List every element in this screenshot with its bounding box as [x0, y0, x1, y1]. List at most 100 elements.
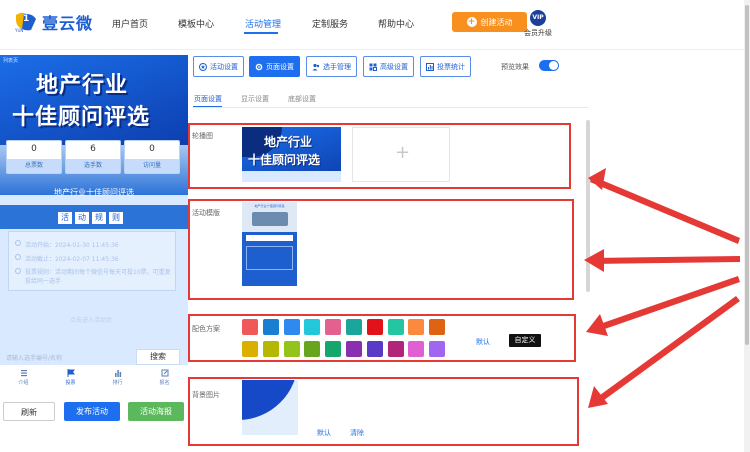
- preview-banner: 列表页 地产行业 十佳顾问评选: [0, 55, 188, 145]
- info-start-row: 活动开始：2024-01-30 11:45:36: [15, 240, 119, 249]
- activity-poster-button[interactable]: 活动海报: [128, 402, 184, 421]
- thumb-title-line2: 十佳顾问评选: [248, 153, 321, 167]
- color-swatch[interactable]: [429, 319, 446, 335]
- rule-char: 活: [58, 212, 72, 224]
- subtab-page-settings[interactable]: 页面设置: [194, 94, 222, 104]
- color-swatch[interactable]: [408, 319, 425, 335]
- bottom-nav-rank[interactable]: 排行: [94, 365, 141, 395]
- stat-label: 总票数: [7, 159, 61, 173]
- color-swatch[interactable]: [346, 341, 362, 357]
- subtab-divider: [193, 107, 588, 108]
- refresh-button[interactable]: 刷新: [3, 402, 55, 421]
- color-swatch[interactable]: [304, 319, 321, 335]
- preview-effect-toggle[interactable]: [539, 60, 559, 71]
- tab-label: 页面设置: [266, 62, 294, 71]
- create-activity-button[interactable]: + 创建活动: [452, 12, 527, 32]
- color-swatch[interactable]: [242, 341, 258, 357]
- color-swatch[interactable]: [283, 341, 300, 357]
- bottom-nav-intro[interactable]: 介绍: [0, 365, 47, 395]
- star-icon: [199, 62, 207, 71]
- color-swatch[interactable]: [346, 319, 362, 335]
- subtab-display-settings[interactable]: 显示设置: [241, 94, 269, 104]
- color-custom-button[interactable]: 自定义: [509, 334, 541, 347]
- arrow-4: [596, 296, 740, 403]
- color-swatch[interactable]: [325, 341, 342, 357]
- create-activity-label: 创建活动: [480, 17, 513, 27]
- color-swatch[interactable]: [387, 341, 404, 357]
- color-default-link[interactable]: 默认: [476, 337, 490, 347]
- nav-template-center[interactable]: 模板中心: [178, 17, 214, 30]
- color-scheme-label: 配色方案: [192, 325, 220, 333]
- arrow-2: [592, 256, 740, 264]
- template-thumb-header: 地产行业十佳顾问评选: [242, 202, 297, 232]
- banner-title-line2: 十佳顾问评选: [12, 105, 151, 130]
- publish-activity-button[interactable]: 发布活动: [64, 402, 120, 421]
- rule-char: 则: [109, 212, 123, 224]
- nav-activity-management[interactable]: 活动管理: [245, 17, 281, 30]
- color-swatch[interactable]: [408, 341, 425, 357]
- tab-vote-statistics[interactable]: 投票统计: [420, 56, 471, 77]
- nav-user-home[interactable]: 用户首页: [112, 17, 148, 30]
- tab-advanced-settings[interactable]: 高级设置: [363, 56, 414, 77]
- background-default-link[interactable]: 默认: [317, 428, 331, 438]
- rule-char: 规: [92, 212, 106, 224]
- contestant-search-input[interactable]: 请输入选手编号/名称: [6, 353, 62, 362]
- subtab-active-underline: [193, 106, 222, 107]
- users-icon: [312, 63, 320, 70]
- carousel-add-button[interactable]: +: [352, 127, 450, 182]
- subtab-footer-settings[interactable]: 底部设置: [288, 94, 316, 104]
- info-end: 活动截止：2024-02-07 11:45:36: [25, 256, 119, 263]
- color-swatch[interactable]: [304, 341, 321, 357]
- color-swatch[interactable]: [262, 341, 279, 357]
- top-navbar: 1 YUN 壹云微 用户首页 模板中心 活动管理 定制服务 帮助中心 + 创建活…: [0, 0, 750, 50]
- color-swatch[interactable]: [429, 341, 446, 357]
- color-swatch[interactable]: [366, 319, 383, 335]
- color-swatch[interactable]: [387, 319, 404, 335]
- nav-custom-service[interactable]: 定制服务: [312, 17, 348, 30]
- logo-icon: 1 YUN: [14, 11, 38, 33]
- carousel-image-thumb[interactable]: 地产行业 十佳顾问评选: [242, 127, 341, 182]
- toggle-knob: [549, 61, 558, 70]
- grid-icon: [369, 63, 377, 71]
- bar-chart-icon: [114, 370, 121, 377]
- logo-caption: YUN: [15, 28, 24, 33]
- annotation-arrows: [584, 168, 740, 408]
- bottom-nav-label: 介绍: [18, 380, 29, 386]
- color-swatch[interactable]: [325, 319, 342, 335]
- vip-badge-icon[interactable]: VIP: [530, 10, 546, 26]
- background-image-label: 背景图片: [192, 391, 220, 399]
- nav-help-center[interactable]: 帮助中心: [378, 17, 414, 30]
- banner-title-line1: 地产行业: [36, 73, 129, 98]
- bottom-nav-signup[interactable]: 报名: [141, 365, 188, 395]
- background-image-thumb[interactable]: [242, 380, 298, 435]
- stat-label: 访问量: [125, 159, 179, 173]
- edit-icon: [161, 369, 168, 377]
- info-rule: 投票规则：活动期间每个微信号每天可投10票，可重复投给同一选手: [25, 269, 171, 285]
- stat-total-votes: 0 总票数: [6, 140, 62, 174]
- template-thumb-stats: [246, 235, 293, 241]
- preview-search-button[interactable]: 搜索: [136, 349, 180, 365]
- color-swatch[interactable]: [366, 341, 383, 357]
- stat-contestants: 6 选手数: [65, 140, 121, 174]
- plus-icon: +: [395, 142, 411, 163]
- logo-badge: 1: [23, 14, 30, 24]
- thumb-footer: [242, 171, 341, 182]
- color-swatch[interactable]: [242, 319, 258, 335]
- nav-active-underline: [244, 32, 278, 34]
- tab-activity-settings[interactable]: 活动设置: [193, 56, 244, 77]
- activity-info-box: 活动开始：2024-01-30 11:45:36 活动截止：2024-02-07…: [8, 231, 176, 291]
- clock-icon: [15, 240, 21, 246]
- bottom-nav-vote[interactable]: 投票: [47, 365, 94, 395]
- vip-upgrade-link[interactable]: 会员升级: [524, 28, 552, 38]
- template-thumb-nav: [242, 286, 297, 294]
- tab-label: 投票统计: [437, 62, 465, 71]
- color-swatch[interactable]: [283, 319, 300, 335]
- tab-label: 高级设置: [380, 62, 408, 71]
- tab-contestant-management[interactable]: 选手管理: [306, 56, 357, 77]
- logo[interactable]: 1 YUN 壹云微: [14, 10, 93, 34]
- background-clear-link[interactable]: 清除: [350, 428, 364, 438]
- tab-page-settings[interactable]: 页面设置: [249, 56, 300, 77]
- tab-label: 选手管理: [323, 62, 351, 71]
- color-swatch[interactable]: [262, 319, 279, 335]
- template-thumb[interactable]: 地产行业十佳顾问评选: [242, 202, 297, 294]
